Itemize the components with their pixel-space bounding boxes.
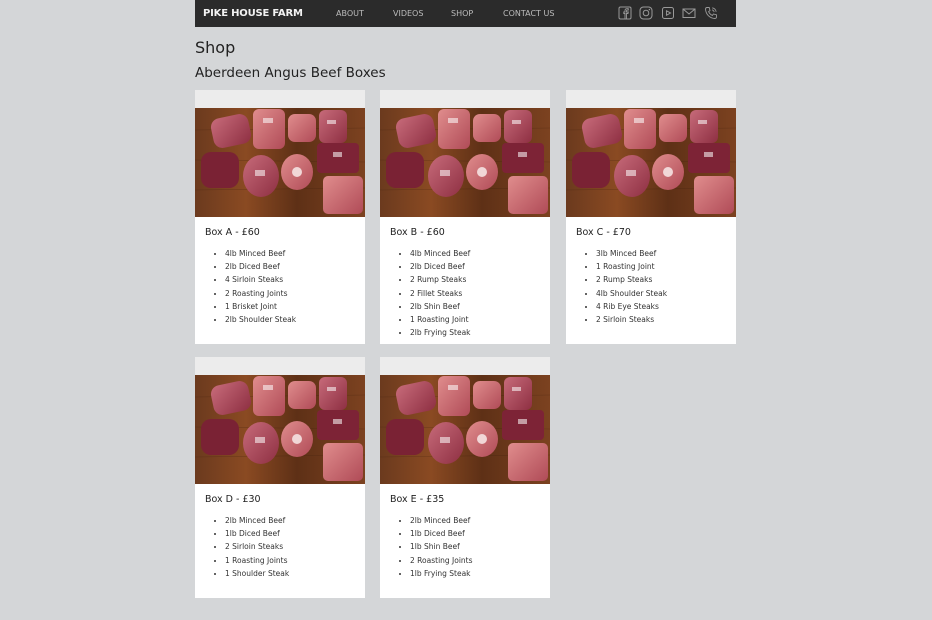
list-item: 2 Sirloin Steaks — [225, 540, 365, 553]
facebook-icon[interactable] — [618, 6, 632, 20]
navbar: PIKE HOUSE FARM ABOUT VIDEOS SHOP CONTAC… — [195, 0, 736, 27]
instagram-icon[interactable] — [639, 6, 653, 20]
list-item: 2lb Minced Beef — [225, 514, 365, 527]
nav-link-shop[interactable]: SHOP — [451, 0, 473, 27]
list-item: 2 Rump Steaks — [596, 273, 736, 286]
list-item: 1 Shoulder Steak — [225, 567, 365, 580]
social-icons — [618, 6, 725, 20]
list-item: 1 Roasting Joint — [596, 260, 736, 273]
product-image — [380, 90, 550, 217]
product-contents-list: 4lb Minced Beef2lb Diced Beef2 Rump Stea… — [380, 247, 550, 339]
list-item: 1lb Diced Beef — [410, 527, 550, 540]
list-item: 4 Sirloin Steaks — [225, 273, 365, 286]
list-item: 1lb Shin Beef — [410, 540, 550, 553]
nav-link-contact-us[interactable]: CONTACT US — [503, 0, 554, 27]
list-item: 1lb Frying Steak — [410, 567, 550, 580]
list-item: 2 Roasting Joints — [410, 554, 550, 567]
product-contents-list: 2lb Minced Beef1lb Diced Beef1lb Shin Be… — [380, 514, 550, 580]
list-item: 2lb Frying Steak — [410, 326, 550, 339]
product-image — [195, 90, 365, 217]
product-image — [566, 90, 736, 217]
list-item: 4lb Minced Beef — [225, 247, 365, 260]
page-container: PIKE HOUSE FARM ABOUT VIDEOS SHOP CONTAC… — [195, 0, 736, 598]
list-item: 2 Sirloin Steaks — [596, 313, 736, 326]
list-item: 4lb Minced Beef — [410, 247, 550, 260]
phone-icon[interactable] — [704, 6, 718, 20]
product-card[interactable]: Box E - £35 2lb Minced Beef1lb Diced Beef… — [380, 357, 550, 598]
list-item: 2lb Diced Beef — [410, 260, 550, 273]
list-item: 1 Roasting Joints — [225, 554, 365, 567]
brand-logo[interactable]: PIKE HOUSE FARM — [203, 0, 303, 27]
page-title: Shop — [195, 38, 236, 57]
product-title: Box D - £30 — [205, 494, 261, 505]
list-item: 2lb Diced Beef — [225, 260, 365, 273]
nav-link-about[interactable]: ABOUT — [336, 0, 364, 27]
list-item: 1 Roasting Joint — [410, 313, 550, 326]
product-title: Box C - £70 — [576, 227, 631, 238]
list-item: 2lb Shoulder Steak — [225, 313, 365, 326]
email-icon[interactable] — [682, 6, 696, 20]
list-item: 4lb Shoulder Steak — [596, 287, 736, 300]
product-card[interactable]: Box C - £70 3lb Minced Beef1 Roasting Joi… — [566, 90, 736, 344]
product-title: Box A - £60 — [205, 227, 260, 238]
product-card[interactable]: Box A - £60 4lb Minced Beef2lb Diced Beef… — [195, 90, 365, 344]
list-item: 2 Fillet Steaks — [410, 287, 550, 300]
nav-link-videos[interactable]: VIDEOS — [393, 0, 423, 27]
list-item: 2lb Shin Beef — [410, 300, 550, 313]
list-item: 1lb Diced Beef — [225, 527, 365, 540]
product-card[interactable]: Box D - £30 2lb Minced Beef1lb Diced Beef… — [195, 357, 365, 598]
product-title: Box B - £60 — [390, 227, 445, 238]
list-item: 2 Rump Steaks — [410, 273, 550, 286]
product-contents-list: 3lb Minced Beef1 Roasting Joint2 Rump St… — [566, 247, 736, 326]
list-item: 3lb Minced Beef — [596, 247, 736, 260]
list-item: 1 Brisket Joint — [225, 300, 365, 313]
list-item: 2 Roasting Joints — [225, 287, 365, 300]
list-item: 2lb Minced Beef — [410, 514, 550, 527]
product-image — [380, 357, 550, 484]
product-card[interactable]: Box B - £60 4lb Minced Beef2lb Diced Beef… — [380, 90, 550, 344]
youtube-icon[interactable] — [661, 6, 675, 20]
product-title: Box E - £35 — [390, 494, 445, 505]
product-contents-list: 2lb Minced Beef1lb Diced Beef2 Sirloin S… — [195, 514, 365, 580]
product-image — [195, 357, 365, 484]
section-title: Aberdeen Angus Beef Boxes — [195, 65, 386, 81]
list-item: 4 Rib Eye Steaks — [596, 300, 736, 313]
product-contents-list: 4lb Minced Beef2lb Diced Beef4 Sirloin S… — [195, 247, 365, 326]
